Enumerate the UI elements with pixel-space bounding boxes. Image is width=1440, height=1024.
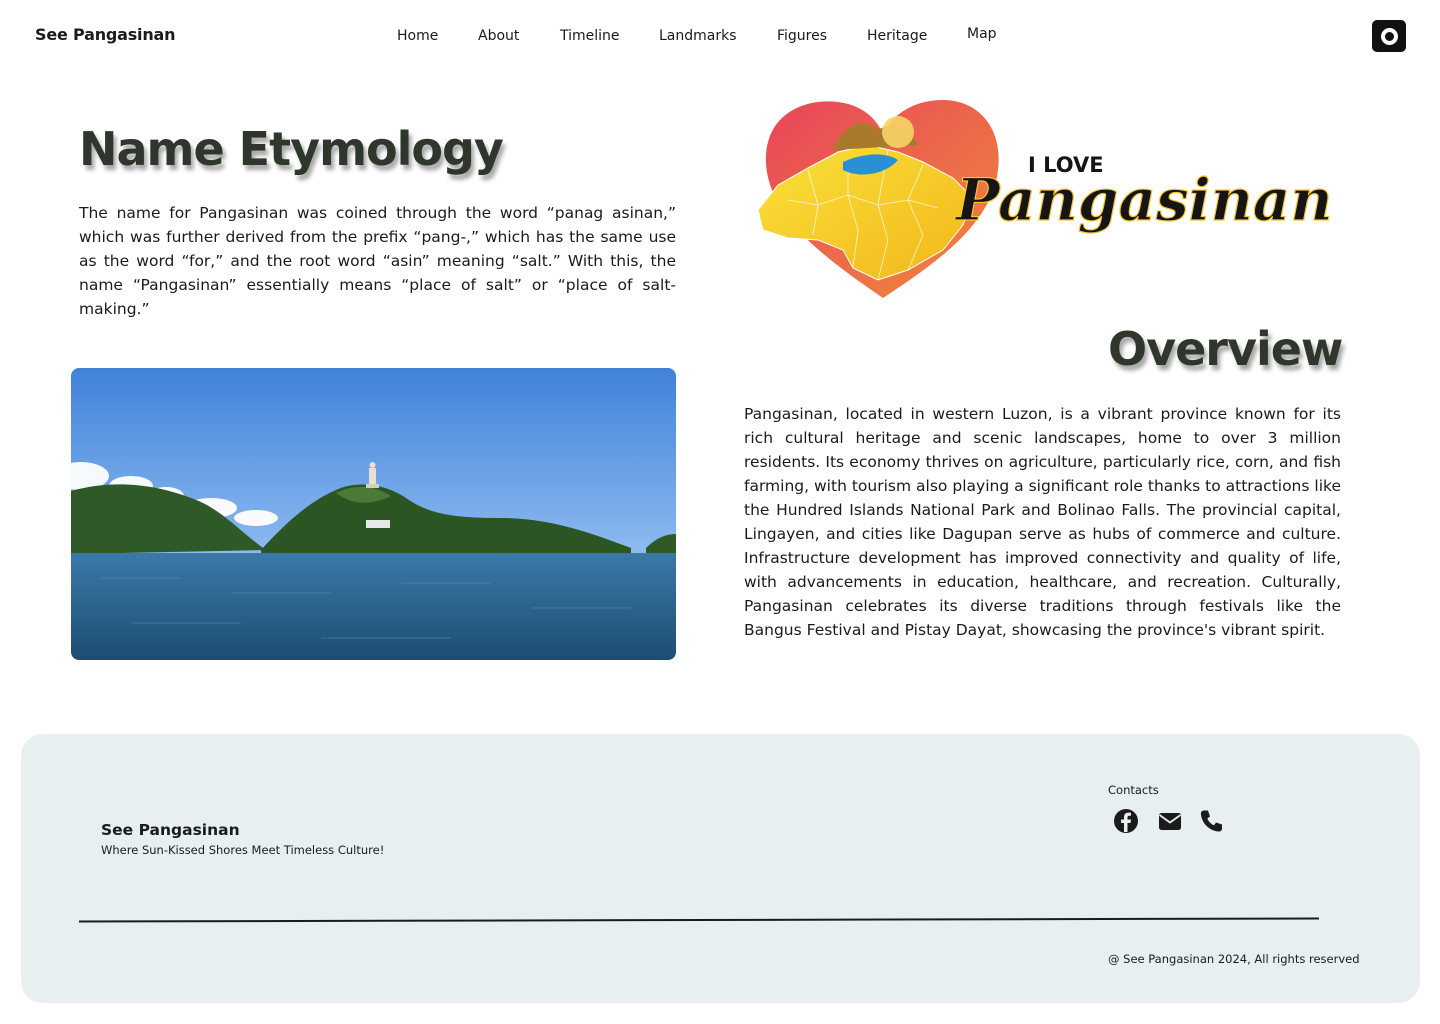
- copyright-text: @ See Pangasinan 2024, All rights reserv…: [1108, 952, 1360, 966]
- main-nav: Home About Timeline Landmarks Figures He…: [0, 26, 1440, 48]
- overview-text: Pangasinan, located in western Luzon, is…: [744, 405, 1341, 639]
- contacts-label: Contacts: [1108, 783, 1159, 797]
- mail-icon[interactable]: [1157, 808, 1183, 834]
- theme-toggle-button[interactable]: [1372, 20, 1406, 52]
- nav-map[interactable]: Map: [967, 26, 997, 42]
- hundred-islands-photo: [71, 368, 676, 660]
- footer-brand: See Pangasinan: [101, 821, 240, 839]
- etymology-text: The name for Pangasinan was coined throu…: [79, 204, 676, 318]
- i-love-pangasinan-logo: I LOVE Pangasinan: [748, 90, 1348, 305]
- phone-icon[interactable]: [1198, 808, 1224, 834]
- nav-heritage[interactable]: Heritage: [867, 28, 927, 44]
- footer-tagline: Where Sun-Kissed Shores Meet Timeless Cu…: [101, 843, 385, 857]
- overview-title: Overview: [1108, 322, 1343, 376]
- nav-home[interactable]: Home: [397, 28, 438, 44]
- toggle-icon: [1380, 27, 1398, 45]
- nav-landmarks[interactable]: Landmarks: [659, 28, 737, 44]
- etymology-title: Name Etymology: [79, 122, 504, 176]
- nav-about[interactable]: About: [478, 28, 519, 44]
- site-footer: See Pangasinan Where Sun-Kissed Shores M…: [21, 734, 1420, 1003]
- nav-timeline[interactable]: Timeline: [560, 28, 620, 44]
- footer-divider: [79, 917, 1319, 923]
- facebook-icon[interactable]: [1113, 808, 1139, 834]
- nav-figures[interactable]: Figures: [777, 28, 827, 44]
- logo-line2: Pangasinan: [954, 166, 1333, 234]
